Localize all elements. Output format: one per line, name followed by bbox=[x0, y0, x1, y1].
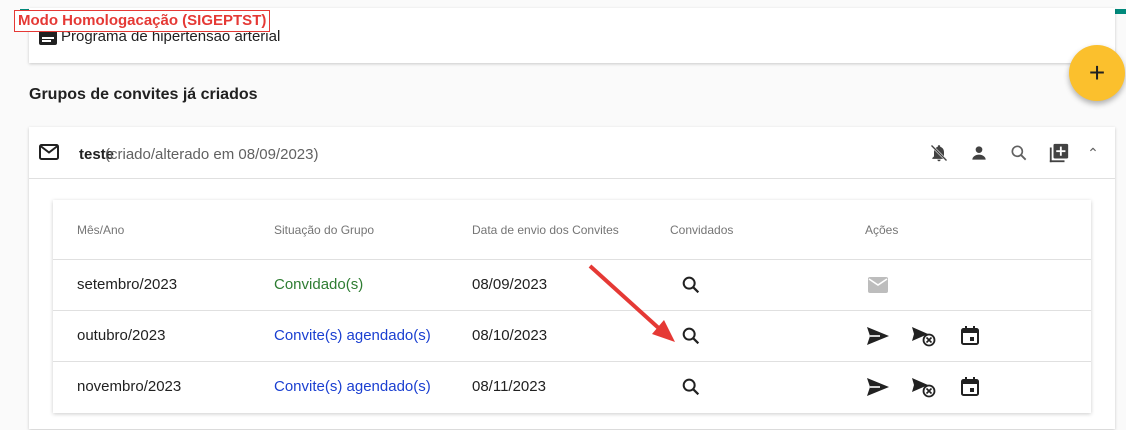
date-cell: 08/10/2023 bbox=[472, 327, 548, 344]
status-cell: Convidado(s) bbox=[274, 276, 364, 293]
status-cell: Convite(s) agendado(s) bbox=[274, 378, 431, 395]
environment-banner: Modo Homologacação (SIGEPTST) bbox=[14, 10, 271, 32]
header-month: Mês/Ano bbox=[77, 223, 125, 237]
cancel-schedule-send-icon[interactable] bbox=[911, 375, 937, 399]
search-icon[interactable] bbox=[680, 274, 702, 296]
add-box-icon[interactable] bbox=[1047, 141, 1071, 165]
notifications-off-icon[interactable] bbox=[927, 141, 951, 165]
add-fab-button[interactable]: + bbox=[1069, 45, 1125, 101]
date-cell: 08/11/2023 bbox=[472, 378, 546, 395]
status-cell: Convite(s) agendado(s) bbox=[274, 327, 431, 344]
month-cell: novembro/2023 bbox=[77, 378, 182, 395]
group-card: teste (criado/alterado em 08/09/2023) ⌃ … bbox=[29, 127, 1115, 429]
header-send-date: Data de envio dos Convites bbox=[472, 223, 619, 237]
header-invited: Convidados bbox=[670, 223, 734, 237]
group-header[interactable]: teste (criado/alterado em 08/09/2023) ⌃ bbox=[29, 127, 1115, 179]
table-row: setembro/2023 Convidado(s) 08/09/2023 bbox=[53, 260, 1091, 311]
calendar-icon[interactable] bbox=[957, 324, 983, 348]
section-title: Grupos de convites já criados bbox=[29, 86, 258, 103]
send-icon[interactable] bbox=[865, 324, 891, 348]
mail-outline-icon bbox=[39, 144, 59, 160]
header-status: Situação do Grupo bbox=[274, 223, 375, 237]
mail-icon bbox=[865, 273, 891, 297]
table-row: outubro/2023 Convite(s) agendado(s) 08/1… bbox=[53, 311, 1091, 362]
header-actions: Ações bbox=[865, 223, 899, 237]
month-cell: outubro/2023 bbox=[77, 327, 166, 344]
date-cell: 08/09/2023 bbox=[472, 276, 548, 293]
calendar-icon[interactable] bbox=[957, 375, 983, 399]
table-row: novembro/2023 Convite(s) agendado(s) 08/… bbox=[53, 362, 1091, 413]
search-icon[interactable] bbox=[680, 325, 702, 347]
send-icon[interactable] bbox=[865, 375, 891, 399]
group-subtitle: (criado/alterado em 08/09/2023) bbox=[105, 146, 319, 163]
invites-table: Mês/Ano Situação do Grupo Data de envio … bbox=[53, 200, 1091, 413]
search-icon[interactable] bbox=[1007, 141, 1031, 165]
month-cell: setembro/2023 bbox=[77, 276, 178, 293]
cancel-schedule-send-icon[interactable] bbox=[911, 324, 937, 348]
table-header: Mês/Ano Situação do Grupo Data de envio … bbox=[53, 200, 1091, 260]
search-icon[interactable] bbox=[680, 376, 702, 398]
chevron-up-icon[interactable]: ⌃ bbox=[1085, 145, 1101, 162]
person-icon[interactable] bbox=[967, 141, 991, 165]
